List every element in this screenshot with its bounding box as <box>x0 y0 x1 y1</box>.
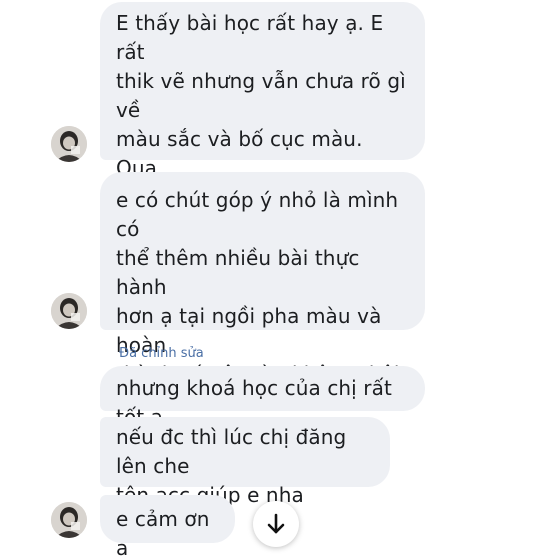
avatar[interactable] <box>51 502 87 538</box>
avatar-photo-icon <box>51 502 87 538</box>
avatar-photo-icon <box>51 293 87 329</box>
message-bubble[interactable]: nhưng khoá học của chị rất tốt ạ <box>100 366 425 429</box>
message-bubble[interactable]: e cảm ơn ạ <box>100 495 235 556</box>
arrow-down-icon <box>267 513 285 534</box>
message-bubble[interactable]: E thấy bài học rất hay ạ. E rất thik vẽ … <box>100 2 425 267</box>
message-bubble[interactable]: e có chút góp ý nhỏ là mình có thể thêm … <box>100 172 425 444</box>
avatar[interactable] <box>51 293 87 329</box>
message-bubble[interactable]: nếu đc thì lúc chị đăng lên che tên acc … <box>100 417 390 507</box>
avatar-photo-icon <box>51 126 87 162</box>
avatar[interactable] <box>51 126 87 162</box>
edited-label: Đã chỉnh sửa <box>119 346 204 361</box>
chat-thread: E thấy bài học rất hay ạ. E rất thik vẽ … <box>0 0 556 556</box>
scroll-to-bottom-button[interactable] <box>253 501 299 547</box>
